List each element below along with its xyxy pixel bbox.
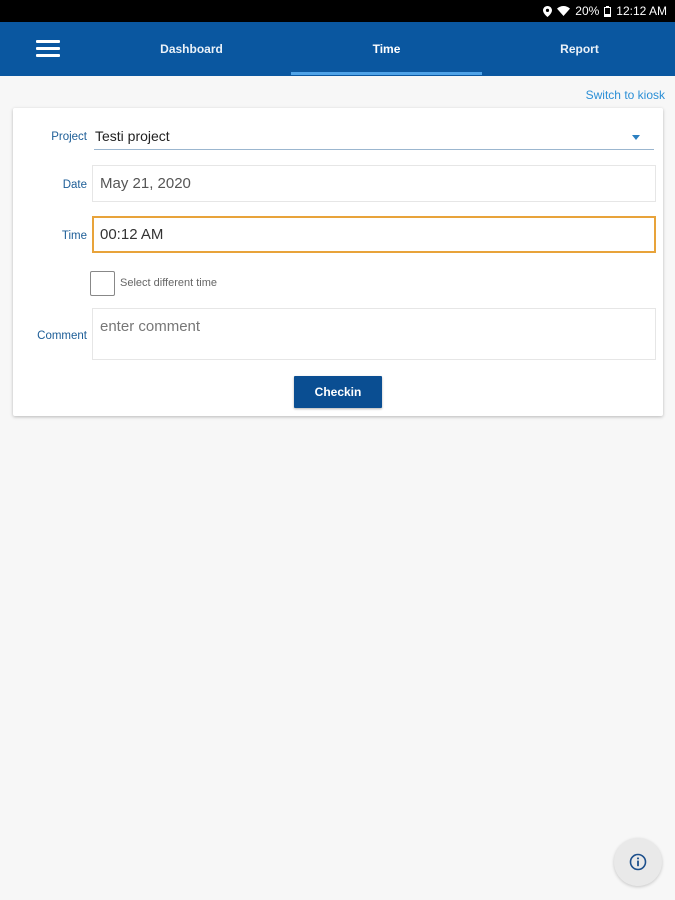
time-field[interactable]: 00:12 AM xyxy=(92,216,656,253)
tab-report[interactable]: Report xyxy=(484,22,675,76)
comment-label: Comment xyxy=(37,330,87,342)
dropdown-arrow-icon xyxy=(632,135,640,140)
info-icon xyxy=(629,853,647,871)
hamburger-menu-icon[interactable] xyxy=(36,40,60,58)
app-bar: Dashboard Time Report xyxy=(0,22,675,76)
project-value: Testi project xyxy=(95,128,170,144)
wifi-icon xyxy=(557,6,571,16)
project-select[interactable]: Testi project xyxy=(94,126,654,150)
checkin-form-card: Project Testi project Date May 21, 2020 … xyxy=(13,108,663,416)
location-icon xyxy=(543,5,553,17)
tab-time[interactable]: Time xyxy=(291,22,482,76)
tab-dashboard[interactable]: Dashboard xyxy=(96,22,287,76)
comment-field[interactable] xyxy=(92,308,656,360)
different-time-label: Select different time xyxy=(120,277,218,289)
project-label: Project xyxy=(51,131,87,143)
switch-to-kiosk-link[interactable]: Switch to kiosk xyxy=(586,88,665,102)
time-label: Time xyxy=(61,230,87,242)
info-button[interactable] xyxy=(614,838,662,886)
date-label: Date xyxy=(62,179,87,191)
battery-percent: 20% xyxy=(575,4,600,18)
date-field[interactable]: May 21, 2020 xyxy=(92,165,656,202)
battery-icon xyxy=(604,5,612,17)
active-tab-indicator xyxy=(291,72,482,75)
different-time-checkbox[interactable] xyxy=(90,271,115,296)
checkin-button[interactable]: Checkin xyxy=(294,376,382,408)
status-bar: 20% 12:12 AM xyxy=(0,0,675,22)
status-time: 12:12 AM xyxy=(616,4,667,18)
